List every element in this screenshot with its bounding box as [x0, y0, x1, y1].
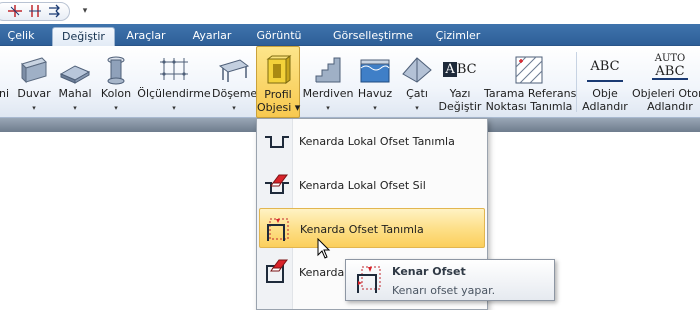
auto-name-icon: AUTO ABC — [652, 52, 688, 88]
tab-celik[interactable]: Çelik — [0, 27, 42, 46]
object-name-label-line1: Obje — [592, 87, 618, 100]
local-offset-delete-icon — [265, 174, 289, 194]
text-edit-label-line1: Yazı — [449, 87, 471, 100]
menu-item-label: Kenarda Lokal Ofset Sil — [299, 179, 426, 192]
menu-item-local-offset-delete[interactable]: Kenarda Lokal Ofset Sil — [259, 165, 485, 205]
edge-offset-icon — [267, 218, 289, 241]
redo-icon[interactable] — [46, 3, 64, 19]
auto-name-label-line1: Objeleri Otom — [632, 87, 700, 100]
dimension-dropdown-arrow: ▾ — [172, 104, 176, 112]
stairs-icon — [315, 57, 341, 83]
ribbon-tab-bar: Çelik Değiştir Araçlar Ayarlar Görüntü G… — [0, 24, 700, 46]
stairs-button-label: Merdiven — [302, 87, 354, 100]
profile-object-button[interactable]: Profil Objesi ▾ — [256, 46, 300, 118]
wall-icon — [21, 57, 47, 84]
ribbon-panel: ni Duvar ▾ Mahal ▾ Kolon ▾ Ölçülendirme … — [0, 46, 700, 118]
menu-item-label: Kenarda Ofset Tanımla — [300, 223, 424, 236]
command-tooltip: Kenar Ofset Kenarı ofset yapar. — [345, 259, 555, 301]
column-icon — [107, 56, 125, 85]
tooltip-title: Kenar Ofset — [392, 265, 466, 278]
tab-goruntu[interactable]: Görüntü — [250, 27, 308, 46]
floor-dropdown-arrow: ▾ — [232, 104, 236, 112]
roof-icon — [402, 57, 432, 83]
edge-offset-delete-icon — [266, 259, 288, 283]
dimension-button-label: Ölçülendirme — [137, 87, 211, 100]
offset-axis-icon[interactable] — [26, 3, 44, 19]
menu-item-label: Kenarda Lokal Ofset Tanımla — [299, 135, 455, 148]
room-dropdown-arrow: ▾ — [73, 104, 77, 112]
pool-button-label: Havuz — [357, 87, 393, 100]
quick-access-toolbar: ▾ — [0, 0, 700, 24]
room-button[interactable]: Mahal ▾ — [56, 46, 94, 118]
profile-object-icon — [266, 55, 292, 84]
tab-araclar[interactable]: Araçlar — [122, 27, 170, 46]
room-slab-icon — [59, 65, 91, 84]
menu-item-edge-offset-define[interactable]: Kenarda Ofset Tanımla — [259, 208, 485, 248]
edge-offset-tooltip-icon — [357, 266, 381, 293]
text-edit-label-line2: Değiştir — [438, 100, 482, 113]
auto-name-label-line2: Adlandır — [647, 100, 693, 113]
object-name-label-line2: Adlandır — [582, 100, 628, 113]
wall-button-label: Duvar — [17, 87, 51, 100]
partial-button-label: ni — [0, 87, 10, 100]
text-edit-icon-a: A — [443, 62, 457, 77]
roof-button[interactable]: Çatı ▾ — [398, 46, 436, 118]
roof-dropdown-arrow: ▾ — [415, 104, 419, 112]
wall-button[interactable]: Duvar ▾ — [12, 46, 56, 118]
text-edit-icon: A BC — [442, 52, 478, 88]
tab-cizimler[interactable]: Çizimler — [430, 27, 486, 46]
stairs-button[interactable]: Merdiven ▾ — [302, 46, 354, 118]
auto-name-icon-bottom: ABC — [652, 65, 688, 80]
object-name-icon: ABC — [587, 52, 623, 82]
tab-gorsellestirme[interactable]: Görselleştirme — [330, 27, 416, 46]
dimension-button[interactable]: Ölçülendirme ▾ — [136, 46, 212, 118]
local-offset-icon — [265, 136, 289, 148]
mouse-pointer-icon — [317, 238, 331, 259]
hatch-reference-label-line2: Noktası Tanımla — [485, 100, 573, 113]
floor-button[interactable]: Döşeme ▾ — [212, 46, 258, 118]
column-button[interactable]: Kolon ▾ — [96, 46, 136, 118]
room-button-label: Mahal — [58, 87, 92, 100]
pool-icon — [360, 59, 390, 83]
pool-button[interactable]: Havuz ▾ — [354, 46, 396, 118]
hatch-reference-icon — [515, 56, 543, 84]
profile-object-label-line2: Objesi ▾ — [257, 101, 301, 114]
tab-ayarlar[interactable]: Ayarlar — [188, 27, 236, 46]
text-edit-button[interactable]: A BC Yazı Değiştir — [438, 46, 482, 118]
text-edit-icon-bc: BC — [456, 62, 477, 77]
floor-slab-icon — [218, 59, 250, 82]
customize-toolbar-button[interactable]: ▾ — [80, 4, 90, 18]
object-name-button[interactable]: ABC Obje Adlandır — [580, 46, 630, 118]
hatch-reference-label-line1: Tarama Referans — [484, 87, 577, 100]
axis-icon[interactable] — [6, 3, 24, 19]
dimension-icon — [160, 58, 188, 80]
menu-item-local-offset-define[interactable]: Kenarda Lokal Ofset Tanımla — [259, 121, 485, 161]
wall-dropdown-arrow: ▾ — [32, 104, 36, 112]
column-button-label: Kolon — [100, 87, 132, 100]
column-dropdown-arrow: ▾ — [114, 104, 118, 112]
tab-degistir[interactable]: Değiştir — [52, 27, 115, 46]
roof-button-label: Çatı — [406, 87, 428, 100]
hatch-reference-button[interactable]: Tarama Referans Noktası Tanımla — [484, 46, 577, 118]
stairs-dropdown-arrow: ▾ — [326, 104, 330, 112]
floor-button-label: Döşeme — [212, 87, 258, 100]
ribbon-group-separator — [576, 52, 577, 112]
auto-name-button[interactable]: AUTO ABC Objeleri Otom Adlandır — [632, 46, 700, 118]
profile-object-label-line1: Profil — [264, 88, 292, 101]
partial-button[interactable]: ni — [0, 46, 12, 118]
tooltip-description: Kenarı ofset yapar. — [392, 284, 496, 297]
pool-dropdown-arrow: ▾ — [373, 104, 377, 112]
